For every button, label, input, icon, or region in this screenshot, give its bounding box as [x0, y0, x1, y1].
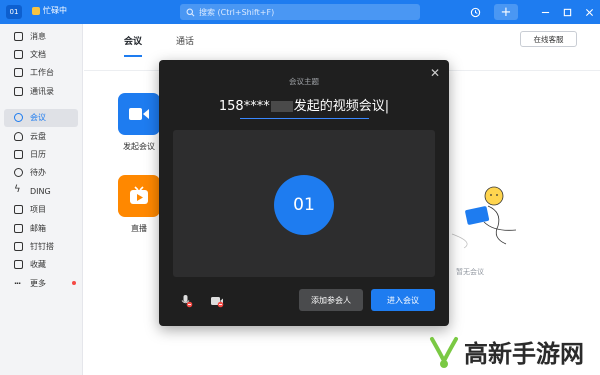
tab-bar: 会议 通话 — [124, 34, 194, 57]
contacts-icon — [14, 86, 23, 96]
builder-icon — [14, 241, 23, 251]
status-label: 忙碌中 — [43, 6, 67, 15]
empty-meeting-illustration — [451, 186, 517, 249]
sidebar-item-label: 云盘 — [30, 131, 46, 141]
meeting-title-prefix: 158**** — [218, 99, 270, 114]
redacted-mask — [270, 101, 293, 112]
calendar-icon — [14, 150, 23, 160]
microphone-muted-icon[interactable] — [179, 294, 193, 308]
sidebar-item-ding[interactable]: DING — [4, 182, 78, 200]
sidebar-item-label: 消息 — [30, 31, 46, 41]
dialog-subtitle: 会议主题 — [289, 77, 319, 86]
sidebar-item-label: 会议 — [30, 113, 46, 123]
sidebar-item-label: 项目 — [30, 205, 46, 215]
sidebar: 消息 文档 工作台 通讯录 会议 云盘 日历 待办 DING 项目 邮箱 钉钉搭… — [0, 24, 83, 375]
join-meeting-button[interactable]: 进入会议 — [371, 289, 435, 311]
sidebar-item-label: 邮箱 — [30, 223, 46, 233]
sidebar-item-label: 通讯录 — [30, 86, 54, 96]
search-input[interactable]: 搜索 (Ctrl+Shift+F) — [180, 4, 420, 20]
busy-status-icon — [32, 6, 40, 15]
todo-icon — [14, 168, 23, 178]
preview-avatar: 01 — [274, 175, 334, 235]
live-stream-tile[interactable]: 直播 — [117, 175, 161, 234]
sidebar-item-label: 钉钉搭 — [30, 241, 54, 251]
mail-icon — [14, 223, 23, 233]
sidebar-divider — [0, 101, 82, 109]
tab-meeting[interactable]: 会议 — [124, 34, 143, 57]
sidebar-item-favorites[interactable]: 收藏 — [4, 256, 78, 274]
search-placeholder: 搜索 (Ctrl+Shift+F) — [199, 7, 275, 17]
sidebar-item-docs[interactable]: 文档 — [4, 45, 78, 63]
message-icon — [14, 31, 23, 41]
sidebar-item-mail[interactable]: 邮箱 — [4, 219, 78, 237]
sidebar-item-todo[interactable]: 待办 — [4, 164, 78, 182]
sidebar-item-workbench[interactable]: 工作台 — [4, 64, 78, 82]
sidebar-item-messages[interactable]: 消息 — [4, 27, 78, 45]
history-icon[interactable] — [464, 0, 486, 24]
title-input-underline — [240, 118, 369, 119]
sidebar-item-label: 更多 — [30, 278, 46, 288]
sidebar-item-contacts[interactable]: 通讯录 — [4, 82, 78, 100]
sidebar-item-label: DING — [30, 186, 51, 196]
sidebar-item-project[interactable]: 项目 — [4, 201, 78, 219]
sidebar-item-builder[interactable]: 钉钉搭 — [4, 237, 78, 255]
start-meeting-tile[interactable]: 发起会议 — [117, 93, 161, 152]
video-preview: 01 — [173, 130, 435, 277]
favorite-icon — [14, 260, 23, 270]
sidebar-item-label: 工作台 — [30, 68, 54, 78]
meeting-title-input[interactable]: 158**** 发起的视频会议| — [159, 95, 449, 114]
document-icon — [14, 50, 23, 60]
camera-off-icon[interactable] — [210, 294, 224, 308]
cloud-icon — [14, 131, 23, 141]
sidebar-item-cloud[interactable]: 云盘 — [4, 127, 78, 145]
sidebar-item-label: 文档 — [30, 50, 46, 60]
video-camera-icon — [118, 93, 160, 135]
watermark: 高新手游网 — [428, 334, 584, 369]
watermark-logo-icon — [430, 336, 458, 368]
add-button[interactable]: + — [494, 4, 518, 20]
minimize-icon[interactable] — [534, 0, 556, 24]
ding-icon — [14, 184, 23, 196]
maximize-icon[interactable] — [556, 0, 578, 24]
workbench-icon — [14, 68, 23, 78]
notification-badge — [72, 281, 76, 286]
live-stream-label: 直播 — [131, 224, 147, 233]
close-window-icon[interactable] — [578, 0, 600, 24]
sidebar-item-label: 日历 — [30, 150, 46, 160]
add-participants-button[interactable]: 添加参会人 — [299, 289, 363, 311]
sidebar-item-calendar[interactable]: 日历 — [4, 145, 78, 163]
meeting-dialog: 会议主题 ✕ 158**** 发起的视频会议| 01 添加参会人 进入会议 — [159, 60, 449, 326]
status-indicator[interactable]: 忙碌中 — [32, 5, 67, 16]
user-avatar[interactable]: 01 — [6, 5, 22, 19]
sidebar-item-label: 待办 — [30, 168, 46, 178]
search-icon — [186, 8, 195, 16]
empty-meeting-text: 暂无会议 — [456, 268, 484, 276]
title-bar: 01 忙碌中 搜索 (Ctrl+Shift+F) + — [0, 0, 600, 24]
online-service-button[interactable]: 在线客服 — [520, 31, 577, 47]
tv-icon — [118, 175, 160, 217]
project-icon — [14, 205, 23, 215]
sidebar-item-more[interactable]: ··· 更多 — [4, 274, 78, 292]
meeting-title-suffix: 发起的视频会议 — [293, 99, 385, 114]
close-icon[interactable]: ✕ — [428, 66, 442, 80]
phone-icon — [14, 113, 23, 123]
sidebar-item-meeting[interactable]: 会议 — [4, 108, 78, 127]
tab-call[interactable]: 通话 — [176, 34, 194, 57]
more-icon: ··· — [14, 278, 21, 288]
sidebar-item-label: 收藏 — [30, 260, 46, 270]
watermark-text: 高新手游网 — [464, 340, 584, 368]
start-meeting-label: 发起会议 — [123, 142, 155, 151]
